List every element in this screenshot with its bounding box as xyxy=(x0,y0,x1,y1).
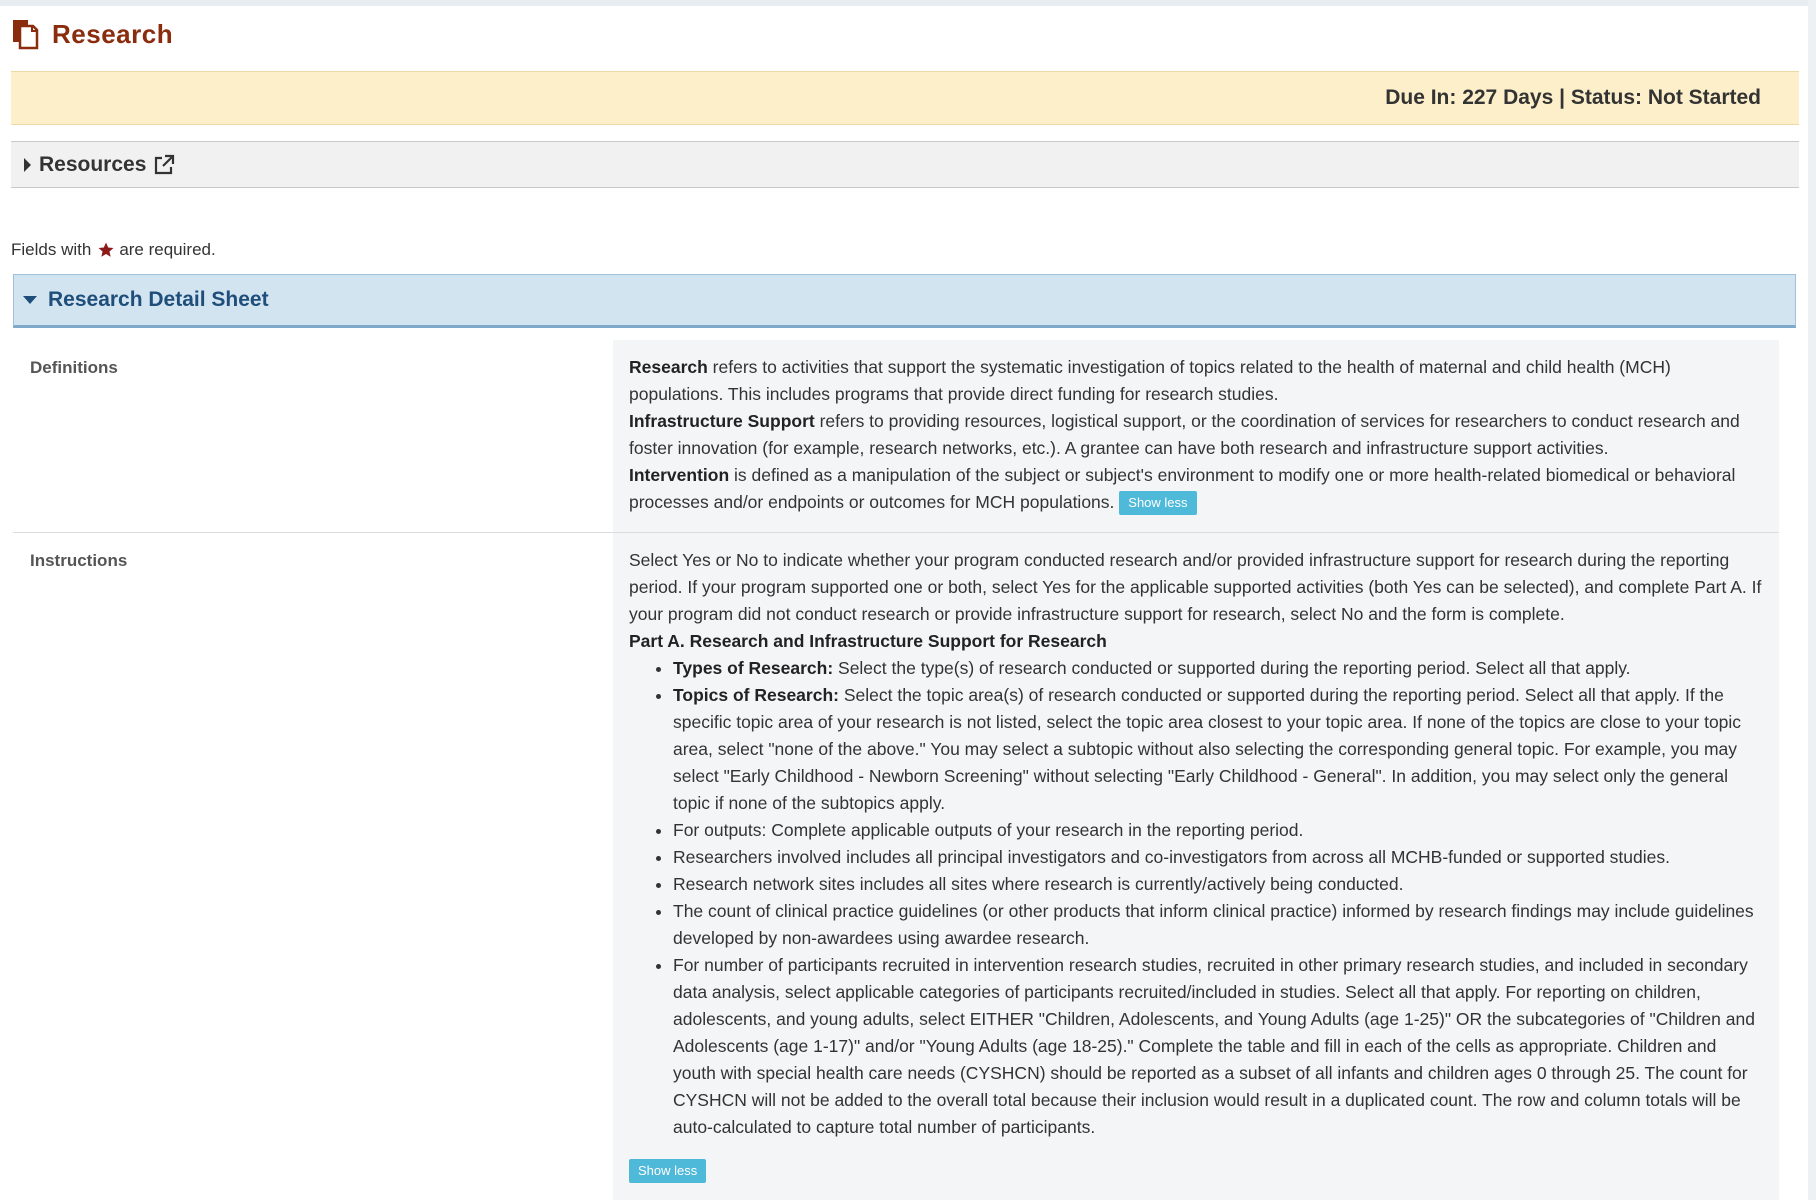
definitions-show-less-button[interactable]: Show less xyxy=(1119,491,1197,516)
definitions-row: Definitions Research refers to activitie… xyxy=(13,340,1779,532)
list-item-text: Researchers involved includes all princi… xyxy=(673,847,1670,867)
list-item: For outputs: Complete applicable outputs… xyxy=(673,817,1763,844)
resources-toggle[interactable]: Resources xyxy=(11,141,1799,188)
instructions-label: Instructions xyxy=(30,551,128,570)
document-copy-icon xyxy=(11,18,39,50)
research-detail-sheet-toggle[interactable]: Research Detail Sheet xyxy=(13,274,1796,328)
instructions-list: Types of Research: Select the type(s) of… xyxy=(629,655,1763,1141)
list-item: Types of Research: Select the type(s) of… xyxy=(673,655,1763,682)
instructions-content: Select Yes or No to indicate whether you… xyxy=(613,533,1779,1200)
definitions-label: Definitions xyxy=(30,358,118,377)
status-bar: Due In: 227 Days | Status: Not Started xyxy=(11,71,1799,125)
list-item-text: For number of participants recruited in … xyxy=(673,955,1755,1137)
instructions-row: Instructions Select Yes or No to indicat… xyxy=(13,533,1779,1200)
list-item: Researchers involved includes all princi… xyxy=(673,844,1763,871)
caret-down-icon xyxy=(23,296,37,304)
section-title: Research Detail Sheet xyxy=(48,288,269,311)
list-item-bold: Topics of Research: xyxy=(673,685,839,705)
definition-term-intervention: Intervention xyxy=(629,465,730,485)
definition-term-research: Research xyxy=(629,357,708,377)
star-icon xyxy=(97,241,115,259)
list-item-bold: Types of Research: xyxy=(673,658,834,678)
resources-label: Resources xyxy=(39,152,147,176)
list-item-text: For outputs: Complete applicable outputs… xyxy=(673,820,1304,840)
list-item: Topics of Research: Select the topic are… xyxy=(673,682,1763,817)
instructions-show-less-button[interactable]: Show less xyxy=(629,1159,707,1184)
list-item: Research network sites includes all site… xyxy=(673,871,1763,898)
instructions-intro: Select Yes or No to indicate whether you… xyxy=(629,550,1762,624)
due-status-text: Due In: 227 Days | Status: Not Started xyxy=(1385,86,1761,109)
scrollbar-track[interactable] xyxy=(1808,0,1816,1200)
top-strip xyxy=(0,0,1816,6)
definition-term-infrastructure: Infrastructure Support xyxy=(629,411,815,431)
list-item-text: The count of clinical practice guideline… xyxy=(673,901,1754,948)
page-header: Research xyxy=(11,14,173,54)
definitions-content: Research refers to activities that suppo… xyxy=(613,340,1779,532)
page-title: Research xyxy=(52,18,174,49)
list-item-text: Research network sites includes all site… xyxy=(673,874,1404,894)
list-item: The count of clinical practice guideline… xyxy=(673,898,1763,952)
caret-right-icon xyxy=(24,157,31,172)
required-fields-note: Fields with are required. xyxy=(11,240,216,260)
required-note-suffix: are required. xyxy=(119,240,216,259)
required-note-prefix: Fields with xyxy=(11,240,92,259)
list-item: For number of participants recruited in … xyxy=(673,952,1763,1141)
list-item-text: Select the type(s) of research conducted… xyxy=(833,658,1631,678)
external-link-icon[interactable] xyxy=(152,153,176,177)
part-a-title: Part A. Research and Infrastructure Supp… xyxy=(629,631,1107,651)
definition-text-research: refers to activities that support the sy… xyxy=(629,357,1671,404)
